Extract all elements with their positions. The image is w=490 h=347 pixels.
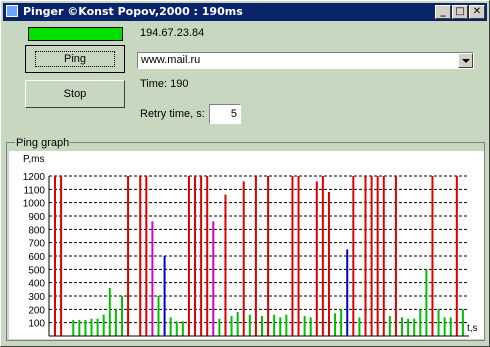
y-tick-label: 800 (28, 225, 45, 236)
y-tick-label: 600 (28, 252, 45, 263)
ping-button-label: Ping (34, 51, 116, 67)
maximize-icon[interactable]: □ (452, 5, 468, 19)
y-tick-label: 200 (28, 305, 45, 316)
y-tick-label: 300 (28, 292, 45, 303)
progress-fill (29, 28, 122, 40)
ping-progress-bar (28, 27, 123, 41)
close-icon[interactable]: ✕ (469, 5, 485, 19)
retry-label: Retry time, s: (140, 108, 205, 120)
stop-button[interactable]: Stop (25, 80, 125, 108)
y-tick-label: 700 (28, 239, 45, 250)
minimize-icon[interactable]: _ (435, 5, 451, 19)
window-title: Pinger ©Konst Popov,2000 : 190ms (23, 5, 243, 18)
app-window: Pinger ©Konst Popov,2000 : 190ms _ □ ✕ 1… (0, 0, 490, 347)
x-axis-label: t,s (467, 323, 478, 334)
time-readout: Time: 190 (140, 78, 189, 90)
y-axis-label: P,ms (23, 154, 45, 165)
y-tick-label: 900 (28, 212, 45, 223)
ip-address: 194.67.23.84 (140, 27, 205, 39)
y-tick-label: 500 (28, 265, 45, 276)
host-value: www.mail.ru (141, 54, 201, 66)
stop-button-label: Stop (63, 88, 87, 100)
y-tick-label: 1100 (23, 185, 45, 196)
ping-graph: P,ms t,s 1200 1100 1000 900 800 700 600 500 400 3… (9, 151, 484, 339)
group-title: Ping graph (15, 137, 71, 149)
ping-button[interactable]: Ping (25, 45, 125, 73)
host-combobox[interactable]: www.mail.ru (137, 52, 474, 69)
y-tick-label: 1000 (23, 199, 46, 210)
title-bar[interactable]: Pinger ©Konst Popov,2000 : 190ms _ □ ✕ (3, 3, 487, 21)
y-tick-label: 400 (28, 279, 45, 290)
graph-background (9, 151, 484, 339)
retry-time-input[interactable]: 5 (209, 104, 241, 124)
chevron-down-icon[interactable] (458, 53, 473, 68)
app-icon (6, 5, 18, 17)
y-tick-label: 100 (28, 319, 45, 330)
y-tick-label: 1200 (23, 172, 46, 183)
